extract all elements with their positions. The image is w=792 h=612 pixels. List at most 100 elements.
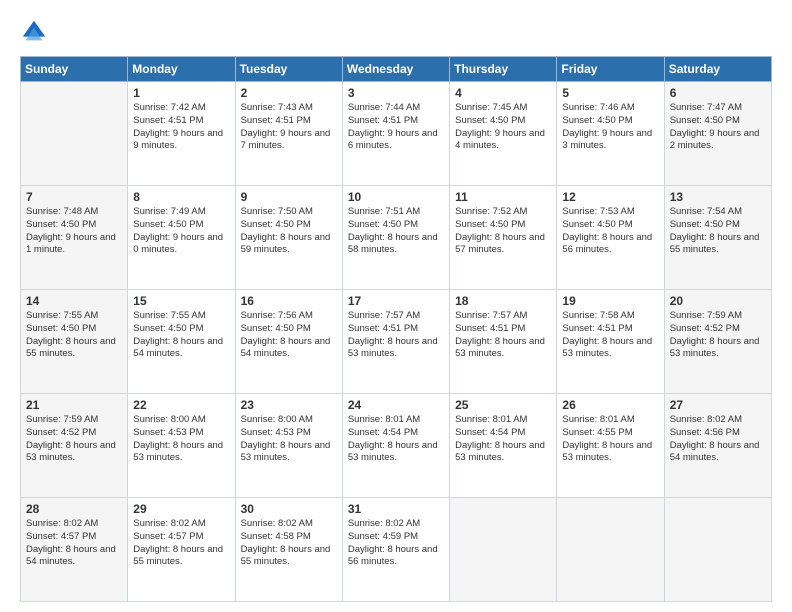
- calendar-cell: 24Sunrise: 8:01 AMSunset: 4:54 PMDayligh…: [342, 394, 449, 498]
- calendar-cell: 9 Sunrise: 7:50 AMSunset: 4:50 PMDaylight…: [235, 186, 342, 290]
- day-number: 29: [133, 502, 229, 516]
- calendar-cell: 25 Sunrise: 8:01 AMSunset: 4:54 PMDayligh…: [450, 394, 557, 498]
- day-info: Sunrise: 7:49 AMSunset: 4:50 PMDaylight:…: [133, 206, 229, 257]
- calendar-cell: [450, 498, 557, 602]
- calendar-cell: 12Sunrise: 7:53 AMSunset: 4:50 PMDayligh…: [557, 186, 664, 290]
- calendar-cell: 14 Sunrise: 7:55 AMSunset: 4:50 PMDayligh…: [21, 290, 128, 394]
- calendar-cell: 20 Sunrise: 7:59 AMSunset: 4:52 PMDayligh…: [664, 290, 771, 394]
- day-number: 26: [562, 398, 658, 412]
- calendar-cell: 30 Sunrise: 8:02 AMSunset: 4:58 PMDayligh…: [235, 498, 342, 602]
- day-info: Sunrise: 7:50 AMSunset: 4:50 PMDaylight:…: [241, 206, 337, 257]
- calendar-cell: 1 Sunrise: 7:42 AMSunset: 4:51 PMDaylight…: [128, 82, 235, 186]
- weekday-header-sunday: Sunday: [21, 57, 128, 82]
- day-info: Sunrise: 7:58 AMSunset: 4:51 PMDaylight:…: [562, 310, 658, 361]
- calendar-week-row: 7 Sunrise: 7:48 AMSunset: 4:50 PMDaylight…: [21, 186, 772, 290]
- day-number: 23: [241, 398, 337, 412]
- day-number: 6: [670, 86, 766, 100]
- day-info: Sunrise: 7:55 AMSunset: 4:50 PMDaylight:…: [26, 310, 122, 361]
- calendar-week-row: 21 Sunrise: 7:59 AMSunset: 4:52 PMDayligh…: [21, 394, 772, 498]
- weekday-header-tuesday: Tuesday: [235, 57, 342, 82]
- weekday-header-monday: Monday: [128, 57, 235, 82]
- calendar-cell: 19 Sunrise: 7:58 AMSunset: 4:51 PMDayligh…: [557, 290, 664, 394]
- day-number: 27: [670, 398, 766, 412]
- weekday-header-saturday: Saturday: [664, 57, 771, 82]
- day-info: Sunrise: 7:44 AMSunset: 4:51 PMDaylight:…: [348, 102, 444, 153]
- weekday-header-row: SundayMondayTuesdayWednesdayThursdayFrid…: [21, 57, 772, 82]
- day-info: Sunrise: 7:47 AMSunset: 4:50 PMDaylight:…: [670, 102, 766, 153]
- day-number: 7: [26, 190, 122, 204]
- day-number: 30: [241, 502, 337, 516]
- calendar-page: SundayMondayTuesdayWednesdayThursdayFrid…: [0, 0, 792, 612]
- calendar-cell: 21 Sunrise: 7:59 AMSunset: 4:52 PMDayligh…: [21, 394, 128, 498]
- day-number: 31: [348, 502, 444, 516]
- day-info: Sunrise: 8:02 AMSunset: 4:58 PMDaylight:…: [241, 518, 337, 569]
- day-info: Sunrise: 7:56 AMSunset: 4:50 PMDaylight:…: [241, 310, 337, 361]
- day-info: Sunrise: 7:46 AMSunset: 4:50 PMDaylight:…: [562, 102, 658, 153]
- calendar-cell: 31 Sunrise: 8:02 AMSunset: 4:59 PMDayligh…: [342, 498, 449, 602]
- day-number: 8: [133, 190, 229, 204]
- day-info: Sunrise: 7:42 AMSunset: 4:51 PMDaylight:…: [133, 102, 229, 153]
- day-number: 10: [348, 190, 444, 204]
- calendar-cell: 5 Sunrise: 7:46 AMSunset: 4:50 PMDaylight…: [557, 82, 664, 186]
- calendar-table: SundayMondayTuesdayWednesdayThursdayFrid…: [20, 56, 772, 602]
- calendar-cell: 15 Sunrise: 7:55 AMSunset: 4:50 PMDayligh…: [128, 290, 235, 394]
- day-number: 16: [241, 294, 337, 308]
- calendar-week-row: 28 Sunrise: 8:02 AMSunset: 4:57 PMDayligh…: [21, 498, 772, 602]
- day-info: Sunrise: 7:48 AMSunset: 4:50 PMDaylight:…: [26, 206, 122, 257]
- calendar-cell: 11 Sunrise: 7:52 AMSunset: 4:50 PMDayligh…: [450, 186, 557, 290]
- day-number: 21: [26, 398, 122, 412]
- day-info: Sunrise: 7:43 AMSunset: 4:51 PMDaylight:…: [241, 102, 337, 153]
- day-number: 9: [241, 190, 337, 204]
- calendar-cell: [557, 498, 664, 602]
- day-info: Sunrise: 8:01 AMSunset: 4:55 PMDaylight:…: [562, 414, 658, 465]
- header: [20, 18, 772, 46]
- day-number: 1: [133, 86, 229, 100]
- day-number: 4: [455, 86, 551, 100]
- calendar-cell: 18Sunrise: 7:57 AMSunset: 4:51 PMDayligh…: [450, 290, 557, 394]
- day-info: Sunrise: 7:55 AMSunset: 4:50 PMDaylight:…: [133, 310, 229, 361]
- day-number: 11: [455, 190, 551, 204]
- calendar-cell: 6 Sunrise: 7:47 AMSunset: 4:50 PMDaylight…: [664, 82, 771, 186]
- day-info: Sunrise: 7:57 AMSunset: 4:51 PMDaylight:…: [348, 310, 444, 361]
- day-number: 24: [348, 398, 444, 412]
- day-info: Sunrise: 7:45 AMSunset: 4:50 PMDaylight:…: [455, 102, 551, 153]
- day-info: Sunrise: 8:00 AMSunset: 4:53 PMDaylight:…: [241, 414, 337, 465]
- calendar-cell: 16 Sunrise: 7:56 AMSunset: 4:50 PMDayligh…: [235, 290, 342, 394]
- calendar-week-row: 14 Sunrise: 7:55 AMSunset: 4:50 PMDayligh…: [21, 290, 772, 394]
- day-info: Sunrise: 8:02 AMSunset: 4:56 PMDaylight:…: [670, 414, 766, 465]
- day-number: 19: [562, 294, 658, 308]
- calendar-week-row: 1 Sunrise: 7:42 AMSunset: 4:51 PMDaylight…: [21, 82, 772, 186]
- day-number: 13: [670, 190, 766, 204]
- weekday-header-wednesday: Wednesday: [342, 57, 449, 82]
- day-number: 20: [670, 294, 766, 308]
- day-number: 18: [455, 294, 551, 308]
- day-info: Sunrise: 8:00 AMSunset: 4:53 PMDaylight:…: [133, 414, 229, 465]
- day-number: 28: [26, 502, 122, 516]
- calendar-cell: 13Sunrise: 7:54 AMSunset: 4:50 PMDayligh…: [664, 186, 771, 290]
- day-number: 25: [455, 398, 551, 412]
- day-info: Sunrise: 8:02 AMSunset: 4:59 PMDaylight:…: [348, 518, 444, 569]
- calendar-cell: 26 Sunrise: 8:01 AMSunset: 4:55 PMDayligh…: [557, 394, 664, 498]
- calendar-cell: 2 Sunrise: 7:43 AMSunset: 4:51 PMDaylight…: [235, 82, 342, 186]
- calendar-cell: [21, 82, 128, 186]
- day-number: 14: [26, 294, 122, 308]
- day-info: Sunrise: 7:59 AMSunset: 4:52 PMDaylight:…: [670, 310, 766, 361]
- day-number: 17: [348, 294, 444, 308]
- logo-icon: [20, 18, 48, 46]
- day-number: 15: [133, 294, 229, 308]
- day-number: 5: [562, 86, 658, 100]
- calendar-cell: 3 Sunrise: 7:44 AMSunset: 4:51 PMDaylight…: [342, 82, 449, 186]
- day-info: Sunrise: 7:52 AMSunset: 4:50 PMDaylight:…: [455, 206, 551, 257]
- calendar-cell: 7 Sunrise: 7:48 AMSunset: 4:50 PMDaylight…: [21, 186, 128, 290]
- day-number: 22: [133, 398, 229, 412]
- calendar-cell: [664, 498, 771, 602]
- day-info: Sunrise: 7:59 AMSunset: 4:52 PMDaylight:…: [26, 414, 122, 465]
- calendar-cell: 27 Sunrise: 8:02 AMSunset: 4:56 PMDayligh…: [664, 394, 771, 498]
- day-info: Sunrise: 8:01 AMSunset: 4:54 PMDaylight:…: [455, 414, 551, 465]
- day-info: Sunrise: 8:02 AMSunset: 4:57 PMDaylight:…: [26, 518, 122, 569]
- day-info: Sunrise: 7:53 AMSunset: 4:50 PMDaylight:…: [562, 206, 658, 257]
- day-number: 2: [241, 86, 337, 100]
- calendar-cell: 4 Sunrise: 7:45 AMSunset: 4:50 PMDaylight…: [450, 82, 557, 186]
- day-number: 3: [348, 86, 444, 100]
- calendar-cell: 23 Sunrise: 8:00 AMSunset: 4:53 PMDayligh…: [235, 394, 342, 498]
